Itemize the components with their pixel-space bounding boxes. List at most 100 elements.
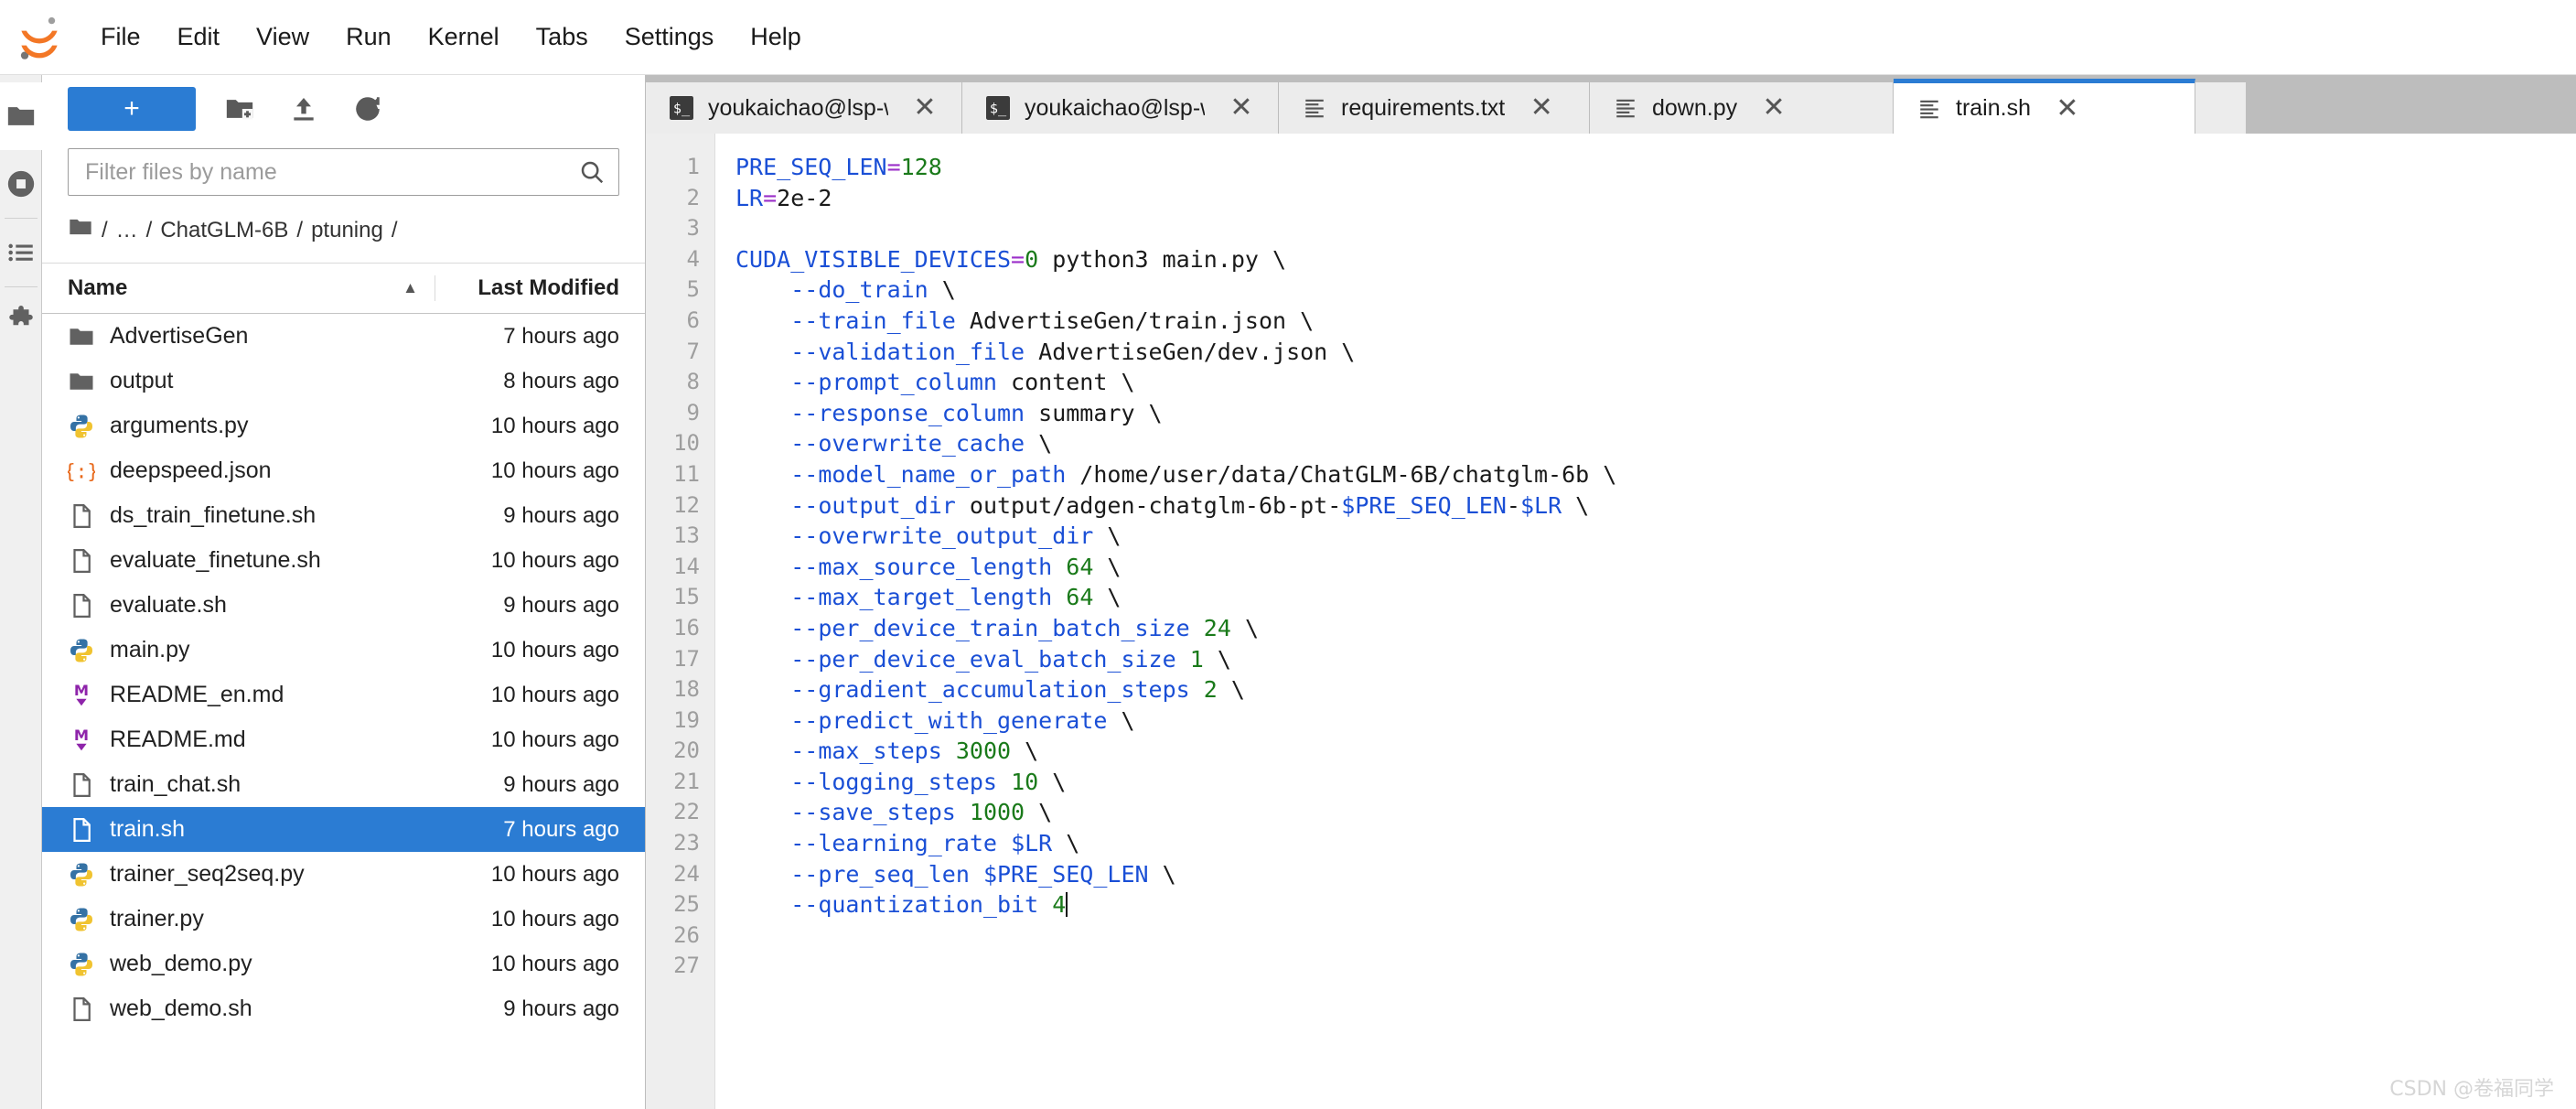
- line-number: 5: [686, 276, 700, 303]
- markdown-icon: M: [74, 727, 89, 750]
- file-list-item[interactable]: train.sh 7 hours ago: [42, 807, 645, 852]
- code-token: --max_target_length: [790, 584, 1053, 611]
- breadcrumb-sep-0: /: [102, 217, 108, 242]
- menu-kernel[interactable]: Kernel: [412, 17, 516, 57]
- tab-youkaichao-lsp-ws-hom[interactable]: $_ youkaichao@lsp-ws:/hom ✕: [962, 82, 1279, 134]
- json-icon: {:}: [68, 460, 95, 483]
- folder-icon: [68, 368, 102, 395]
- code-token: output/adgen-chatglm-6b-pt-: [955, 491, 1342, 519]
- svg-text:$_: $_: [673, 100, 691, 116]
- menu-edit[interactable]: Edit: [161, 17, 237, 57]
- tab-down-py[interactable]: down.py ✕: [1590, 82, 1894, 134]
- breadcrumb-item-ptuning[interactable]: ptuning: [311, 218, 383, 243]
- menu-run[interactable]: Run: [329, 17, 408, 57]
- close-icon[interactable]: ✕: [1521, 94, 1562, 122]
- python-icon: [68, 906, 102, 933]
- line-number: 12: [673, 491, 700, 518]
- menu-file[interactable]: File: [84, 17, 157, 57]
- file-list-item[interactable]: trainer.py 10 hours ago: [42, 897, 645, 942]
- line-number: 23: [673, 830, 700, 856]
- file-list-item[interactable]: evaluate.sh 9 hours ago: [42, 583, 645, 628]
- text-file-icon: [1616, 99, 1635, 118]
- file-list-item[interactable]: M README.md 10 hours ago: [42, 717, 645, 762]
- code-token: CUDA_VISIBLE_DEVICES: [735, 245, 1012, 273]
- file-list-item[interactable]: M README_en.md 10 hours ago: [42, 673, 645, 717]
- code-line: PRE_SEQ_LEN=128: [735, 152, 2576, 183]
- file-list-item[interactable]: train_chat.sh 9 hours ago: [42, 762, 645, 807]
- tab-label: down.py: [1652, 94, 1738, 121]
- close-icon[interactable]: ✕: [1754, 94, 1794, 122]
- code-editor[interactable]: 1 2 3 4 5 6 7 8 9 10 11 12 13 14 15 16 17 18 19 20 21 22 23 24 2…: [646, 134, 2576, 1109]
- filter-files-box[interactable]: [68, 148, 619, 196]
- file-browser-panel: + /: [42, 75, 646, 1109]
- file-list-item[interactable]: arguments.py 10 hours ago: [42, 404, 645, 448]
- tab-requirements-txt[interactable]: requirements.txt ✕: [1279, 82, 1590, 134]
- column-header-name[interactable]: Name ▲: [42, 275, 435, 301]
- file-name: arguments.py: [110, 413, 249, 438]
- tab-train-sh[interactable]: train.sh ✕: [1894, 79, 2195, 134]
- file-name: README.md: [110, 727, 246, 752]
- tab-bar: $_ youkaichao@lsp-ws:/hom ✕ $_ youkaichao@ls…: [646, 75, 2576, 134]
- menu-tabs[interactable]: Tabs: [520, 17, 605, 57]
- refresh-button[interactable]: [348, 89, 388, 129]
- file-list-item[interactable]: ds_train_finetune.sh 9 hours ago: [42, 493, 645, 538]
- breadcrumb-item-chatglm[interactable]: ChatGLM-6B: [160, 218, 288, 243]
- python-icon: [68, 861, 102, 888]
- breadcrumb-sep-3: /: [391, 217, 398, 242]
- close-icon[interactable]: ✕: [905, 94, 945, 122]
- sidebar-item-command-palette[interactable]: [0, 219, 42, 286]
- code-line: --max_source_length 64 \: [735, 552, 2576, 583]
- code-token: --gradient_accumulation_steps: [790, 676, 1190, 704]
- code-token: --per_device_eval_batch_size: [790, 645, 1176, 673]
- menu-help[interactable]: Help: [734, 17, 818, 57]
- new-folder-button[interactable]: [220, 89, 260, 129]
- code-token: --max_steps: [790, 738, 942, 765]
- file-list-item[interactable]: web_demo.py 10 hours ago: [42, 942, 645, 986]
- code-token: summary \: [1025, 399, 1163, 426]
- sidebar-item-extension-manager[interactable]: [0, 287, 42, 355]
- tab-youkaichao-lsp-ws-hom[interactable]: $_ youkaichao@lsp-ws:/hom ✕: [646, 82, 962, 134]
- code-token: --output_dir: [790, 491, 956, 519]
- sidebar-item-running-terminals[interactable]: [0, 150, 42, 218]
- file-list-item[interactable]: {:} deepspeed.json 10 hours ago: [42, 448, 645, 493]
- file-list-item[interactable]: main.py 10 hours ago: [42, 628, 645, 673]
- workspace: + /: [0, 75, 2576, 1109]
- code-line: --response_column summary \: [735, 398, 2576, 429]
- menu-settings[interactable]: Settings: [608, 17, 731, 57]
- file-list-header: Name ▲ Last Modified: [42, 263, 645, 314]
- file-list-item[interactable]: web_demo.sh 9 hours ago: [42, 986, 645, 1031]
- file-list-item[interactable]: evaluate_finetune.sh 10 hours ago: [42, 538, 645, 583]
- close-icon[interactable]: ✕: [2047, 94, 2088, 123]
- file-list-item[interactable]: trainer_seq2seq.py 10 hours ago: [42, 852, 645, 897]
- code-token: =: [1011, 245, 1025, 273]
- code-content[interactable]: PRE_SEQ_LEN=128 LR=2e-2 CUDA_VISIBLE_DEVI…: [715, 134, 2576, 1109]
- menu-view[interactable]: View: [240, 17, 326, 57]
- code-line: --output_dir output/adgen-chatglm-6b-pt-…: [735, 490, 2576, 522]
- breadcrumb-home-icon[interactable]: [68, 214, 93, 246]
- file-list-item[interactable]: AdvertiseGen 7 hours ago: [42, 314, 645, 359]
- upload-button[interactable]: [284, 89, 324, 129]
- tab-overflow-partial[interactable]: [2195, 82, 2247, 134]
- new-launcher-button[interactable]: +: [68, 87, 196, 131]
- search-input[interactable]: [85, 158, 578, 186]
- line-number: 3: [686, 215, 700, 242]
- line-number: 21: [673, 768, 700, 794]
- breadcrumb-ellipsis[interactable]: …: [116, 218, 138, 243]
- column-header-last-modified[interactable]: Last Modified: [435, 275, 645, 301]
- file-icon: [68, 547, 102, 575]
- close-icon[interactable]: ✕: [1221, 94, 1261, 122]
- file-name: README_en.md: [110, 682, 284, 707]
- line-number: 4: [686, 245, 700, 272]
- file-list-item[interactable]: output 8 hours ago: [42, 359, 645, 404]
- sidebar-item-file-browser[interactable]: [0, 82, 42, 150]
- line-number: 2: [686, 184, 700, 210]
- terminal-icon: $_: [986, 96, 1010, 120]
- code-token: 2: [1203, 676, 1218, 704]
